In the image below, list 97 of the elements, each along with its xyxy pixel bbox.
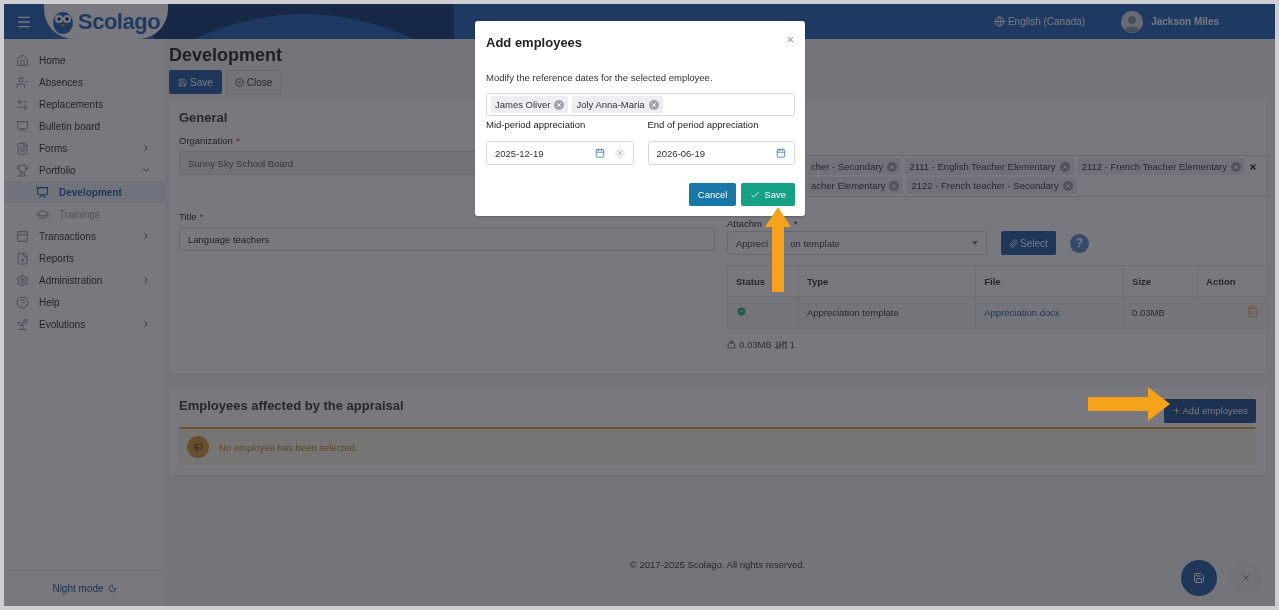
sidebar-item[interactable]: Transactions xyxy=(4,225,165,247)
remove-icon[interactable] xyxy=(1059,161,1070,172)
graduation-cap-icon xyxy=(36,207,49,221)
globe-icon xyxy=(993,16,1005,27)
check-icon xyxy=(750,189,761,200)
brand-name: Scolago xyxy=(78,8,161,35)
home-icon xyxy=(16,53,29,67)
tally-icon xyxy=(774,340,787,349)
sidebar-item[interactable]: Development xyxy=(4,181,165,203)
user-menu[interactable]: Jackson Miles xyxy=(1121,10,1219,33)
cancel-button[interactable]: Cancel xyxy=(688,183,737,206)
file-count: 1 xyxy=(789,339,796,350)
column-header: Type xyxy=(798,265,976,297)
job-tag: 2111 - English Teacher Elementary xyxy=(905,158,1074,175)
document-icon xyxy=(16,141,29,155)
remove-icon[interactable] xyxy=(1231,161,1241,172)
column-header: Size xyxy=(1123,265,1198,297)
section-title: General xyxy=(179,110,228,125)
remove-icon[interactable] xyxy=(889,180,900,191)
table-icon xyxy=(16,229,29,243)
clear-icon[interactable] xyxy=(614,148,625,158)
sidebar-item[interactable]: Portfolio xyxy=(4,159,165,181)
swap-icon xyxy=(16,97,29,111)
help-button[interactable]: ? xyxy=(1069,233,1089,253)
plus-icon xyxy=(1171,406,1181,415)
alert-text: No employee has been selected. xyxy=(219,441,358,453)
language-selector[interactable]: English (Canada) xyxy=(993,16,1086,27)
sidebar-item[interactable]: Help xyxy=(4,291,165,313)
trophy-icon xyxy=(16,163,29,177)
column-header: File xyxy=(975,265,1124,297)
sidebar-item[interactable]: Bulletin board xyxy=(4,115,165,137)
avatar-icon xyxy=(1121,10,1144,33)
add-employees-button[interactable]: Add employees xyxy=(1163,398,1256,423)
date-field[interactable]: 2025-12-19 xyxy=(486,141,634,165)
save-button[interactable] xyxy=(1181,560,1217,596)
sidebar-item[interactable]: Home xyxy=(4,49,165,71)
help-icon xyxy=(16,295,29,309)
dialog-title: Add employees xyxy=(486,35,583,50)
sidebar-item[interactable]: Replacements xyxy=(4,93,165,115)
job-tag: cher - Secondary xyxy=(807,158,902,175)
night-mode-toggle[interactable]: Night mode xyxy=(4,570,165,606)
employee-tag: James Oliver xyxy=(491,96,569,113)
owl-logo-icon xyxy=(52,9,74,34)
save-button[interactable]: Save xyxy=(741,183,795,206)
remove-icon[interactable] xyxy=(1062,180,1073,191)
field-label: End of period appreciation xyxy=(647,119,760,130)
table-cell: Appreciation template xyxy=(798,296,976,329)
person-icon xyxy=(16,75,29,89)
job-tag: 2112 - French Teacher Elementary xyxy=(1077,158,1245,175)
field-label: Mid-period appreciation xyxy=(486,119,587,130)
column-header: Action xyxy=(1197,265,1268,297)
settings-icon xyxy=(16,273,29,287)
field-label: Title * xyxy=(179,211,205,222)
paperclip-icon xyxy=(1009,238,1018,248)
copyright-text: © 2017-2025 Scolago. All rights reserved. xyxy=(629,559,806,572)
employees-field[interactable]: James Oliver Joly Anna-Maria xyxy=(486,93,795,116)
table-cell: 0.03MB xyxy=(1123,296,1198,329)
date-field[interactable]: 2026-06-19 xyxy=(647,141,795,165)
sidebar-item[interactable]: Forms xyxy=(4,137,165,159)
document-icon xyxy=(16,251,29,265)
column-header: Status xyxy=(727,265,799,297)
job-tag: 2122 - French teacher - Secondary xyxy=(907,177,1077,194)
presentation-icon xyxy=(36,185,49,199)
sidebar-item[interactable]: Absences xyxy=(4,71,165,93)
calendar-icon xyxy=(776,148,786,158)
save-button[interactable]: Save xyxy=(169,70,222,94)
job-tag: acher Elementary xyxy=(807,177,904,194)
arrow-right-icon xyxy=(1088,387,1170,421)
select-button[interactable]: Select xyxy=(1001,231,1056,255)
close-button[interactable] xyxy=(786,35,795,44)
sidebar-item[interactable]: Reports xyxy=(4,247,165,269)
caret-icon xyxy=(972,241,978,245)
remove-icon[interactable] xyxy=(887,161,898,172)
total-size: 0.03MB xyxy=(739,339,772,350)
calendar-icon xyxy=(594,148,605,158)
page-title: Development xyxy=(169,45,284,66)
sidebar-item[interactable]: Administration xyxy=(4,269,165,291)
remove-icon[interactable] xyxy=(554,99,565,110)
close-icon xyxy=(234,77,244,87)
field-label: Attachm * xyxy=(727,218,799,229)
clear-icon[interactable] xyxy=(1249,162,1257,171)
dialog-description: Modify the reference dates for the selected employee. xyxy=(486,72,714,83)
sprout-icon xyxy=(16,317,29,331)
presentation-icon xyxy=(16,119,29,133)
remove-icon[interactable] xyxy=(648,99,659,110)
file-link[interactable]: Appreciation.docx xyxy=(984,307,1060,318)
section-title: Employees affected by the appraisal xyxy=(179,398,404,413)
trash-icon[interactable] xyxy=(1246,305,1259,318)
close-icon xyxy=(1240,572,1252,584)
megaphone-icon xyxy=(187,436,209,458)
title-field[interactable]: Language teachers xyxy=(179,227,715,251)
employee-tag: Joly Anna-Maria xyxy=(572,96,663,113)
field-label: Organization * xyxy=(179,135,241,146)
close-button[interactable]: Close xyxy=(225,70,282,94)
sidebar-item[interactable]: Evolutions xyxy=(4,313,165,335)
weight-icon xyxy=(727,340,736,349)
moon-icon xyxy=(107,584,117,593)
